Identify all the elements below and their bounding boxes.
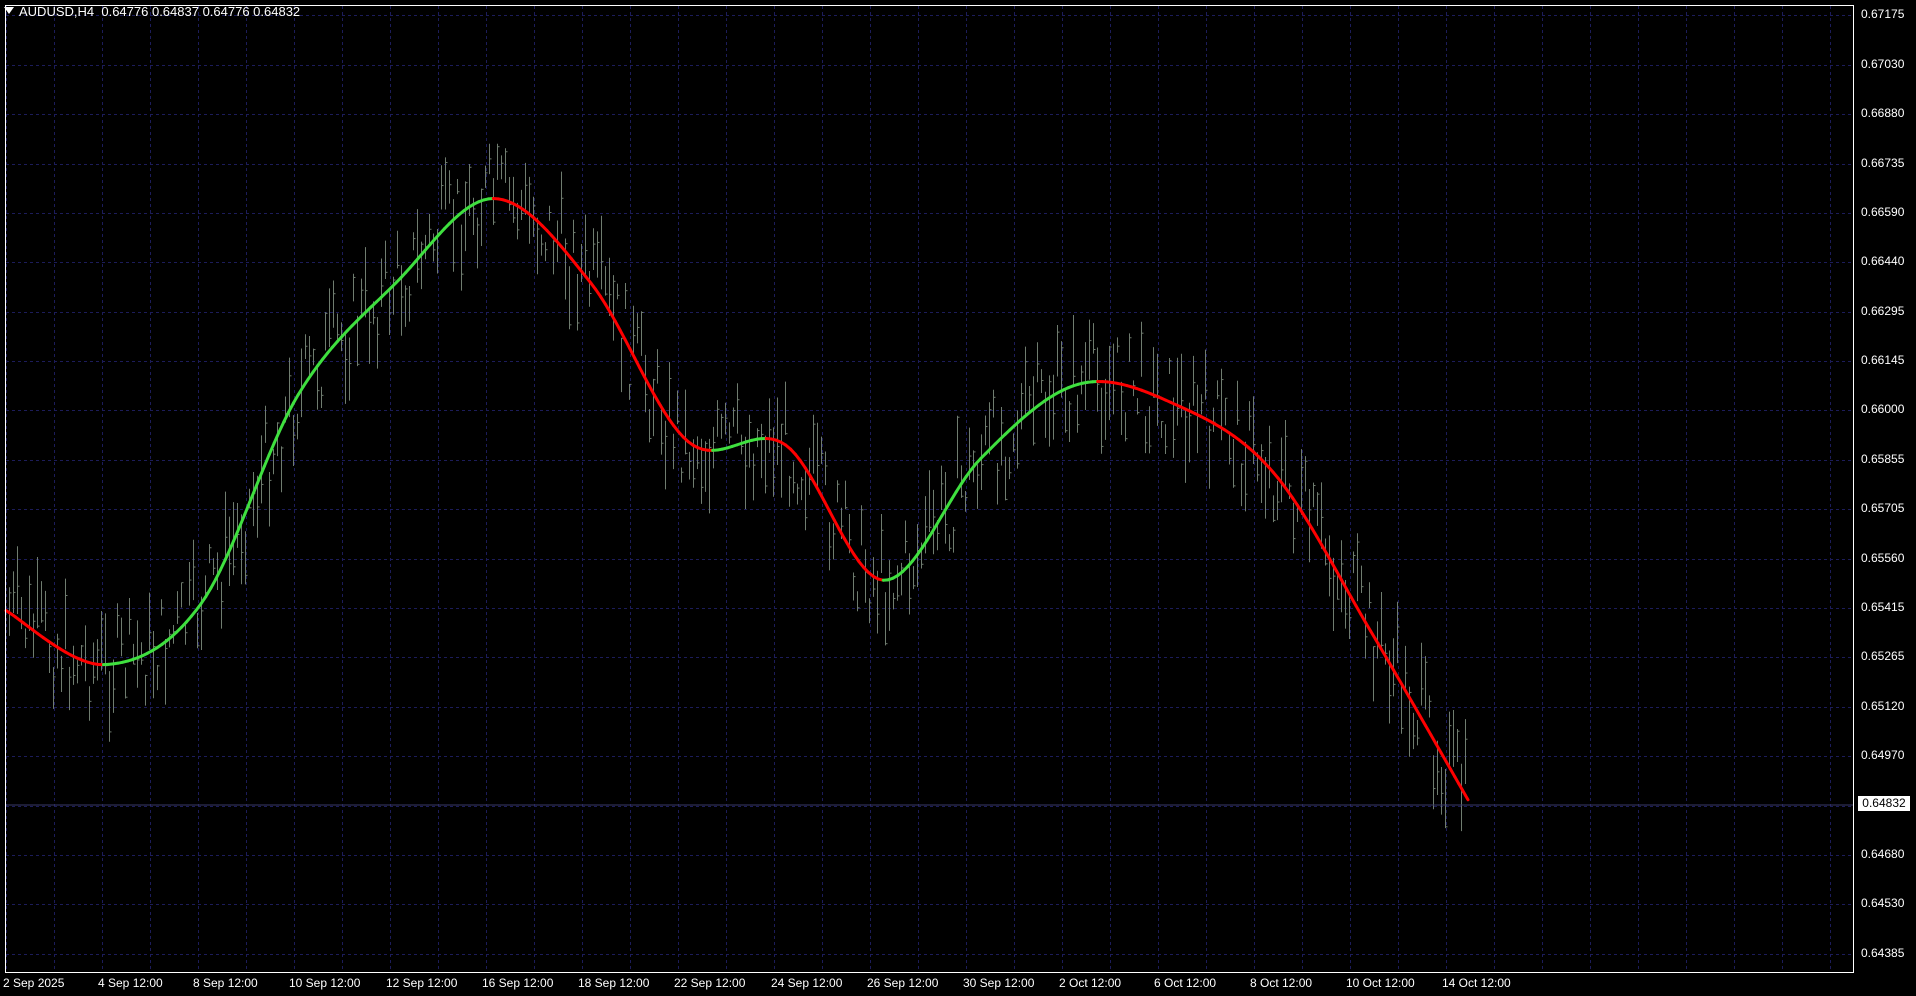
price-label: 0.66295 bbox=[1861, 304, 1905, 318]
price-label: 0.65855 bbox=[1861, 452, 1905, 466]
ma-segment bbox=[1463, 793, 1470, 802]
symbol-timeframe: AUDUSD,H4 bbox=[19, 4, 95, 19]
time-label: 8 Sep 12:00 bbox=[193, 976, 258, 990]
price-label: 0.65120 bbox=[1861, 699, 1905, 713]
price-label: 0.66880 bbox=[1861, 106, 1905, 120]
ma-segment bbox=[1434, 742, 1443, 755]
ma-segment bbox=[823, 500, 832, 513]
price-label: 0.66000 bbox=[1861, 402, 1905, 416]
time-label: 10 Oct 12:00 bbox=[1346, 976, 1415, 990]
price-label: 0.64530 bbox=[1861, 896, 1905, 910]
time-label: 24 Sep 12:00 bbox=[771, 976, 843, 990]
time-label: 6 Oct 12:00 bbox=[1154, 976, 1217, 990]
chart-window[interactable]: AUDUSD,H4 0.64776 0.64837 0.64776 0.6483… bbox=[0, 0, 1916, 996]
price-label: 0.64680 bbox=[1861, 847, 1905, 861]
ma-segment bbox=[638, 365, 646, 379]
ma-segment bbox=[1374, 637, 1383, 650]
ma-segment bbox=[243, 500, 252, 516]
ma-segment bbox=[272, 430, 281, 445]
time-label: 26 Sep 12:00 bbox=[867, 976, 939, 990]
price-label: 0.65265 bbox=[1861, 649, 1905, 663]
price-label: 0.64385 bbox=[1861, 946, 1905, 960]
ma-segment bbox=[813, 482, 822, 495]
price-bars bbox=[9, 143, 1468, 832]
ma-segment bbox=[1384, 655, 1394, 669]
time-label: 22 Sep 12:00 bbox=[674, 976, 746, 990]
chart-plot[interactable] bbox=[0, 0, 1916, 996]
price-label: 0.65415 bbox=[1861, 600, 1905, 614]
price-label: 0.66735 bbox=[1861, 156, 1905, 170]
price-label: 0.65705 bbox=[1861, 501, 1905, 515]
ma-segment bbox=[832, 518, 841, 532]
ma-segment bbox=[837, 528, 846, 540]
price-label: 0.66145 bbox=[1861, 353, 1905, 367]
ma-segment bbox=[613, 319, 622, 332]
price-label: 0.64970 bbox=[1861, 748, 1905, 762]
ma-segment bbox=[1418, 714, 1427, 727]
ma-segment bbox=[1429, 733, 1438, 746]
time-label: 2 Oct 12:00 bbox=[1059, 976, 1122, 990]
time-label: 2 Sep 2025 bbox=[3, 976, 65, 990]
price-label: 0.65560 bbox=[1861, 551, 1905, 565]
time-label: 10 Sep 12:00 bbox=[289, 976, 361, 990]
ma-segment bbox=[633, 356, 642, 369]
price-label: 0.66590 bbox=[1861, 205, 1905, 219]
dropdown-triangle-icon[interactable] bbox=[4, 7, 14, 14]
time-label: 12 Sep 12:00 bbox=[386, 976, 458, 990]
ma-segment bbox=[1423, 723, 1433, 737]
time-label: 30 Sep 12:00 bbox=[963, 976, 1035, 990]
ma-segment bbox=[238, 512, 247, 528]
chart-header: AUDUSD,H4 0.64776 0.64837 0.64776 0.6483… bbox=[4, 4, 300, 19]
time-label: 16 Sep 12:00 bbox=[482, 976, 554, 990]
price-label: 0.67175 bbox=[1861, 7, 1905, 21]
current-price-tag: 0.64832 bbox=[1858, 796, 1910, 811]
time-label: 4 Sep 12:00 bbox=[98, 976, 163, 990]
time-label: 8 Oct 12:00 bbox=[1250, 976, 1313, 990]
ma-segment bbox=[623, 337, 632, 351]
price-label: 0.67030 bbox=[1861, 57, 1905, 71]
ma-segment bbox=[1390, 665, 1399, 678]
price-label: 0.66440 bbox=[1861, 254, 1905, 268]
time-label: 18 Sep 12:00 bbox=[578, 976, 650, 990]
ma-segment bbox=[209, 578, 218, 590]
ma-segment bbox=[828, 509, 836, 522]
ma-segment bbox=[253, 476, 261, 492]
time-label: 14 Oct 12:00 bbox=[1442, 976, 1511, 990]
ma-segment bbox=[228, 536, 237, 551]
ohlc-values: 0.64776 0.64837 0.64776 0.64832 bbox=[101, 4, 301, 19]
ma-segment bbox=[277, 420, 286, 434]
ma-segment bbox=[218, 558, 227, 572]
